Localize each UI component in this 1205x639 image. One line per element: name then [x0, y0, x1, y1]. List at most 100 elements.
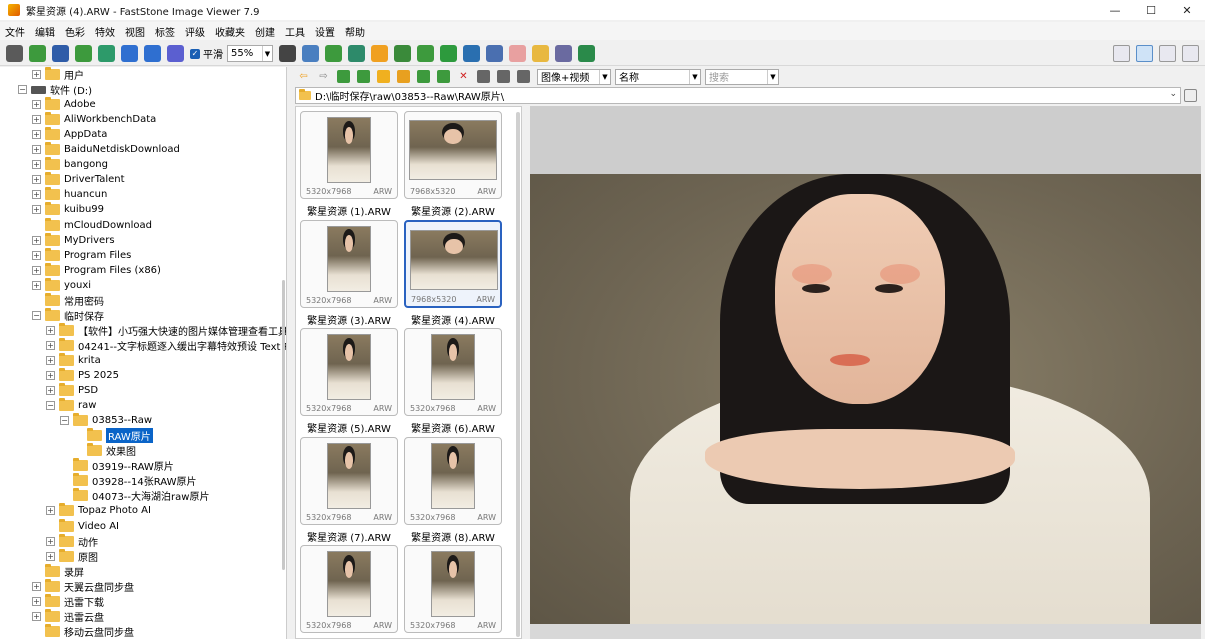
tree-item[interactable]: 04073--大海湖泊raw原片 [60, 488, 209, 503]
thumbnail-card[interactable]: 5320x7968 ARW [300, 219, 398, 308]
delete-icon[interactable]: ✕ [457, 70, 470, 83]
menu-item[interactable]: 特效 [90, 24, 120, 39]
menu-item[interactable]: 文件 [0, 24, 30, 39]
menu-item[interactable]: 编辑 [30, 24, 60, 39]
tree-item[interactable]: + 用户 [32, 67, 84, 82]
expand-icon[interactable]: + [46, 371, 55, 380]
tree-item[interactable]: + 动作 [46, 533, 98, 549]
tree-item[interactable]: − 03853--Raw [60, 413, 152, 428]
batch-icon[interactable] [578, 45, 595, 62]
thumbnail-filename[interactable]: 繁星资源 (5).ARW [297, 420, 401, 435]
collapse-icon[interactable]: − [46, 401, 55, 411]
thumbnail-filename[interactable]: 繁星资源 (4).ARW [401, 312, 505, 327]
menu-item[interactable]: 收藏夹 [210, 24, 250, 39]
menu-item[interactable]: 色彩 [60, 24, 90, 39]
brightness-icon[interactable] [371, 45, 388, 62]
tree-item[interactable]: + MyDrivers [32, 232, 115, 248]
thumbnail-filename[interactable]: 繁星资源 (7).ARW [297, 529, 401, 544]
hand-tool-icon[interactable] [279, 45, 296, 62]
tree-item[interactable]: + Program Files (x86) [32, 262, 161, 278]
folder-icon[interactable] [29, 45, 46, 62]
close-button[interactable]: ✕ [1169, 0, 1205, 20]
crop-icon[interactable] [302, 45, 319, 62]
draw-icon[interactable] [509, 45, 526, 62]
tree-item[interactable]: RAW原片 [74, 428, 153, 444]
expand-icon[interactable]: + [32, 145, 41, 155]
maximize-button[interactable]: ☐ [1133, 0, 1169, 20]
expand-icon[interactable]: + [32, 115, 41, 125]
expand-icon[interactable]: + [32, 70, 41, 79]
folder-add-icon[interactable] [437, 70, 450, 83]
expand-icon[interactable]: + [32, 130, 41, 140]
email-icon[interactable] [532, 45, 549, 62]
compare-icon[interactable] [463, 45, 480, 62]
expand-icon[interactable]: + [46, 386, 55, 396]
thumbnail-filename[interactable]: 繁星资源 (3).ARW [297, 312, 401, 327]
expand-icon[interactable]: + [46, 325, 55, 335]
tree-item[interactable]: + BaiduNetdiskDownload [32, 142, 180, 157]
tree-item[interactable]: 03928--14张RAW原片 [60, 473, 196, 488]
menu-item[interactable]: 评级 [180, 24, 210, 39]
zoom-in-icon[interactable] [121, 45, 138, 62]
export-icon[interactable] [98, 45, 115, 62]
path-bar[interactable]: D:\临时保存\raw\03853--Raw\RAW原片\ ⌄ [295, 87, 1181, 104]
folder-tree[interactable]: + 用户 − 软件 (D:) + Adobe + AliWorkbenchData + AppDa… [0, 67, 287, 639]
expand-icon[interactable]: + [32, 190, 41, 200]
thumbnail-card[interactable]: 5320x7968 ARW [404, 545, 502, 633]
color-icon[interactable] [348, 45, 365, 62]
expand-icon[interactable]: + [32, 596, 41, 606]
menu-item[interactable]: 设置 [310, 24, 340, 39]
portrait-icon[interactable] [394, 45, 411, 62]
thumbnail-filename[interactable]: 繁星资源 (1).ARW [297, 203, 401, 218]
expand-icon[interactable]: + [46, 551, 55, 561]
filter-select[interactable]: 图像+视频 ▼ [537, 68, 611, 85]
tree-item[interactable]: + DriverTalent [32, 172, 125, 187]
tree-item[interactable]: + 【软件】小巧强大快速的图片媒体管理查看工具 Fa [46, 322, 286, 338]
thumbnail-card[interactable]: 5320x7968 ARW [404, 436, 502, 525]
smooth-checkbox[interactable]: ✓ 平滑 [190, 46, 223, 61]
expand-icon[interactable]: + [32, 205, 41, 215]
thumbnail-scrollbar[interactable] [516, 112, 520, 637]
tree-item[interactable]: + 迅雷下载 [32, 593, 104, 609]
folder-yellow-icon[interactable] [377, 70, 390, 83]
layout-browser-icon[interactable] [1113, 45, 1130, 62]
calendar-icon[interactable] [1184, 89, 1197, 102]
tree-item[interactable]: + PSD [46, 383, 98, 398]
search-input[interactable]: 搜索 ▼ [705, 68, 779, 85]
tree-item[interactable]: mCloudDownload [32, 217, 152, 233]
collapse-icon[interactable]: − [18, 85, 27, 95]
up-folder-icon[interactable] [337, 70, 350, 83]
thumbnail-card[interactable]: 7968x5320 ARW [404, 111, 502, 199]
collapse-icon[interactable]: − [32, 310, 41, 320]
back-icon[interactable]: ⇦ [297, 70, 310, 83]
collapse-icon[interactable]: − [60, 416, 69, 426]
zoom-out-icon[interactable] [144, 45, 161, 62]
expand-icon[interactable]: + [46, 536, 55, 546]
resize-icon[interactable] [325, 45, 342, 62]
tree-item[interactable]: + AppData [32, 127, 107, 142]
actual-size-icon[interactable] [167, 45, 184, 62]
tree-item[interactable]: 录屏 [32, 563, 84, 579]
save-as-icon[interactable] [75, 45, 92, 62]
rotate-right-icon[interactable] [440, 45, 457, 62]
save-icon[interactable] [52, 45, 69, 62]
menu-item[interactable]: 工具 [280, 24, 310, 39]
expand-icon[interactable]: + [32, 175, 41, 185]
expand-icon[interactable]: + [32, 100, 41, 110]
expand-icon[interactable]: + [32, 581, 41, 591]
menu-item[interactable]: 视图 [120, 24, 150, 39]
image-preview[interactable] [530, 106, 1201, 639]
tree-item[interactable]: + huancun [32, 187, 107, 202]
expand-icon[interactable]: + [32, 280, 41, 290]
fullscreen-icon[interactable] [1182, 45, 1199, 62]
tree-item[interactable]: + 原图 [46, 548, 98, 564]
tree-item[interactable]: − 软件 (D:) [18, 82, 92, 97]
tree-item[interactable]: − raw [46, 398, 96, 413]
folder-green-icon[interactable] [357, 70, 370, 83]
print-icon[interactable] [555, 45, 572, 62]
rotate-left-icon[interactable] [417, 45, 434, 62]
layout-single-icon[interactable] [1159, 45, 1176, 62]
zoom-select[interactable]: 55% ▼ [227, 45, 273, 62]
tree-item[interactable]: 移动云盘同步盘 [32, 623, 134, 639]
tree-item[interactable]: + 迅雷云盘 [32, 608, 104, 624]
